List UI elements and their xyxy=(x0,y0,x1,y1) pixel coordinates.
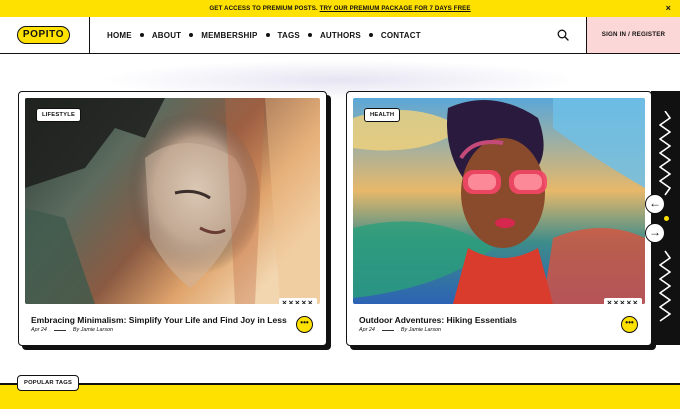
close-icon[interactable]: × xyxy=(666,0,671,16)
main-menu: HOME ABOUT MEMBERSHIP TAGS AUTHORS CONTA… xyxy=(107,17,421,53)
menu-separator xyxy=(189,33,194,37)
category-tag[interactable]: HEALTH xyxy=(364,108,401,122)
more-dots-icon[interactable]: ••• xyxy=(296,316,313,333)
logo-cell: POPITO xyxy=(0,17,90,53)
carousel-prev-button[interactable]: ← xyxy=(645,194,665,214)
menu-item-tags[interactable]: TAGS xyxy=(278,31,300,40)
portrait-painting-image xyxy=(25,98,320,304)
post-meta: Apr 24 By Jamie Larson xyxy=(31,327,113,333)
post-author[interactable]: By Jamie Larson xyxy=(401,327,441,333)
menu-item-membership[interactable]: MEMBERSHIP xyxy=(201,31,257,40)
decorative-marks: ✕✕✕✕✕ xyxy=(603,298,642,304)
popular-tags-band xyxy=(0,385,680,409)
post-card[interactable]: HEALTH ✕✕✕✕✕ Outdoor Adventures: Hiking … xyxy=(346,91,652,346)
menu-item-contact[interactable]: CONTACT xyxy=(381,31,421,40)
carousel-next-button[interactable]: → xyxy=(645,223,665,243)
search-icon[interactable] xyxy=(557,29,569,41)
promo-text: GET ACCESS TO PREMIUM POSTS. xyxy=(209,5,318,12)
post-date: Apr 24 xyxy=(31,327,47,333)
portrait-painting-image xyxy=(353,98,645,304)
popular-tags-heading: POPULAR TAGS xyxy=(17,375,80,391)
category-tag[interactable]: LIFESTYLE xyxy=(36,108,82,122)
site-logo[interactable]: POPITO xyxy=(17,26,70,44)
menu-item-about[interactable]: ABOUT xyxy=(152,31,181,40)
main-navigation: POPITO HOME ABOUT MEMBERSHIP TAGS AUTHOR… xyxy=(0,17,680,54)
promo-link[interactable]: TRY OUR PREMIUM PACKAGE FOR 7 DAYS FREE xyxy=(320,5,471,12)
menu-separator xyxy=(139,33,144,37)
menu-separator xyxy=(265,33,270,37)
post-title[interactable]: Embracing Minimalism: Simplify Your Life… xyxy=(31,315,287,325)
post-author[interactable]: By Jamie Larson xyxy=(73,327,113,333)
menu-item-authors[interactable]: AUTHORS xyxy=(320,31,361,40)
meta-divider xyxy=(53,329,66,331)
signin-register-button[interactable]: SIGN IN / REGISTER xyxy=(586,17,680,53)
post-title[interactable]: Outdoor Adventures: Hiking Essentials xyxy=(359,315,517,325)
carousel-indicator[interactable] xyxy=(664,216,669,221)
meta-divider xyxy=(381,329,394,331)
post-meta: Apr 24 By Jamie Larson xyxy=(359,327,441,333)
more-dots-icon[interactable]: ••• xyxy=(621,316,638,333)
menu-item-home[interactable]: HOME xyxy=(107,31,132,40)
post-thumbnail[interactable]: LIFESTYLE ✕✕✕✕✕ xyxy=(25,98,320,304)
post-card[interactable]: LIFESTYLE ✕✕✕✕✕ Embracing Minimalism: Si… xyxy=(18,91,327,346)
decorative-marks: ✕✕✕✕✕ xyxy=(278,298,317,304)
promo-bar: GET ACCESS TO PREMIUM POSTS. TRY OUR PRE… xyxy=(0,0,680,17)
post-thumbnail[interactable]: HEALTH ✕✕✕✕✕ xyxy=(353,98,645,304)
menu-separator xyxy=(307,33,312,37)
post-date: Apr 24 xyxy=(359,327,375,333)
menu-separator xyxy=(368,33,373,37)
